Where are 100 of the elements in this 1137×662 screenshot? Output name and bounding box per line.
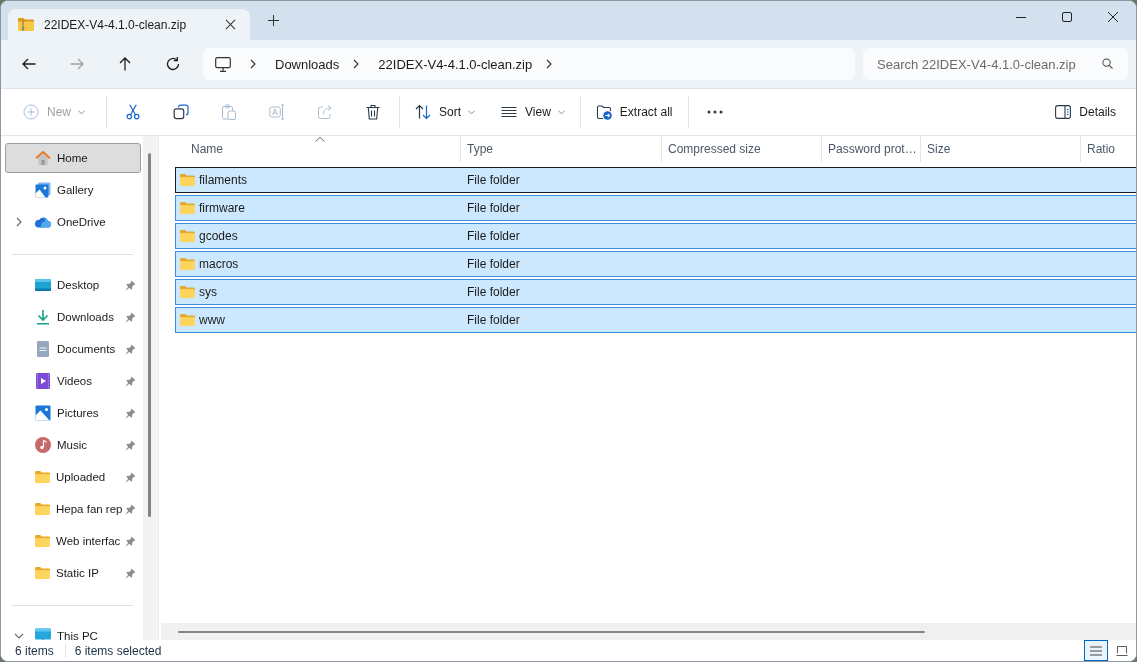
tab[interactable]: 22IDEX-V4-4.1.0-clean.zip xyxy=(8,9,250,40)
file-row[interactable]: firmware File folder xyxy=(175,195,1136,221)
chevron-down-icon[interactable] xyxy=(14,633,24,639)
cloud-icon xyxy=(35,214,51,230)
sidebar-item[interactable]: Videos xyxy=(5,366,141,396)
sidebar-item[interactable]: Pictures xyxy=(5,398,141,428)
address-bar[interactable]: Downloads 22IDEX-V4-4.1.0-clean.zip xyxy=(203,48,855,80)
clipboard-icon xyxy=(221,104,237,120)
list-lines-icon xyxy=(501,104,518,120)
sidebar-item[interactable]: Hepa fan rep xyxy=(5,494,141,524)
breadcrumb[interactable]: Downloads xyxy=(267,56,348,72)
close-icon xyxy=(1108,12,1118,22)
breadcrumb[interactable]: 22IDEX-V4-4.1.0-clean.zip xyxy=(370,56,541,72)
file-type: File folder xyxy=(466,285,520,299)
column-header[interactable]: Compressed size xyxy=(661,136,821,162)
details-button[interactable]: Details xyxy=(1046,96,1125,128)
sort-up-icon xyxy=(314,137,325,142)
file-row[interactable]: macros File folder xyxy=(175,251,1136,277)
picture-icon xyxy=(35,405,51,421)
folder-icon xyxy=(35,503,50,515)
more-icon xyxy=(706,110,723,114)
back-arrow-icon xyxy=(21,56,37,72)
sidebar-item[interactable]: Music xyxy=(5,430,141,460)
file-name: macros xyxy=(199,257,239,271)
monitor-icon xyxy=(215,56,231,72)
sidebar-item[interactable]: Gallery xyxy=(5,175,141,205)
folder-icon xyxy=(180,202,195,214)
sidebar-item[interactable]: Uploaded xyxy=(5,462,141,492)
selection-count: 6 items selected xyxy=(74,643,162,658)
file-name: gcodes xyxy=(199,229,238,243)
column-header[interactable]: Type xyxy=(460,136,661,162)
sidebar-item[interactable]: Static IP xyxy=(5,558,141,588)
file-type: File folder xyxy=(466,201,520,215)
folder-icon xyxy=(35,567,50,579)
home-icon xyxy=(35,150,51,166)
file-type: File folder xyxy=(466,313,520,327)
scrollbar-thumb[interactable] xyxy=(178,630,925,633)
folder-arrow-icon xyxy=(595,104,612,120)
close-icon xyxy=(224,19,236,30)
item-count: 6 items xyxy=(15,643,54,658)
plus-circle-icon xyxy=(23,104,39,120)
music-icon xyxy=(35,437,51,453)
extract-all-button[interactable]: Extract all xyxy=(586,96,682,128)
gallery-icon xyxy=(35,182,51,198)
trash-icon xyxy=(365,104,381,120)
list-lines-icon xyxy=(1090,645,1102,656)
folder-icon xyxy=(180,230,195,242)
copy-icon xyxy=(173,104,189,120)
search-field[interactable]: Search 22IDEX-V4-4.1.0-clean.zip xyxy=(863,48,1128,80)
chevron-right-icon xyxy=(353,59,360,69)
minimize-icon xyxy=(1016,16,1026,18)
plus-icon xyxy=(267,15,279,26)
zip-folder-icon xyxy=(18,18,34,31)
maximize-icon xyxy=(1062,12,1072,22)
column-header[interactable]: Size xyxy=(920,136,1080,162)
column-header[interactable]: Ratio xyxy=(1080,136,1136,162)
sort-button[interactable]: Sort xyxy=(406,96,485,128)
file-type: File folder xyxy=(466,229,520,243)
chevron-right-icon xyxy=(250,59,256,69)
file-row[interactable]: www File folder xyxy=(175,307,1136,333)
sort-arrows-icon xyxy=(415,104,431,120)
tile-view-icon xyxy=(1116,645,1128,656)
column-header[interactable]: Name xyxy=(175,136,460,162)
search-icon xyxy=(1102,58,1113,69)
file-row[interactable]: gcodes File folder xyxy=(175,223,1136,249)
video-icon xyxy=(35,373,51,389)
sidebar-item[interactable]: Desktop xyxy=(5,270,141,300)
column-header[interactable]: Password prot… xyxy=(821,136,920,162)
refresh-icon xyxy=(165,56,181,72)
details-pane-icon xyxy=(1055,105,1072,119)
details-view-button[interactable] xyxy=(1084,640,1108,661)
chevron-right-icon xyxy=(546,59,553,69)
file-name: www xyxy=(199,313,225,327)
file-name: sys xyxy=(199,285,217,299)
folder-icon xyxy=(180,174,195,186)
up-arrow-icon xyxy=(117,56,133,72)
share-icon xyxy=(317,104,333,120)
scrollbar-thumb[interactable] xyxy=(148,153,151,517)
sidebar-item[interactable]: Web interfac xyxy=(5,526,141,556)
folder-icon xyxy=(180,258,195,270)
download-icon xyxy=(35,309,51,325)
file-name: firmware xyxy=(199,201,245,215)
chevron-right-icon[interactable] xyxy=(16,217,22,227)
file-row[interactable]: filaments File folder xyxy=(175,167,1136,193)
file-name: filaments xyxy=(199,173,248,187)
forward-arrow-icon xyxy=(69,56,85,72)
folder-icon xyxy=(35,471,50,483)
folder-icon xyxy=(180,286,195,298)
folder-icon xyxy=(35,535,50,547)
sidebar-item[interactable]: Documents xyxy=(5,334,141,364)
desktop-icon xyxy=(35,277,51,293)
file-row[interactable]: sys File folder xyxy=(175,279,1136,305)
sidebar-item[interactable]: Downloads xyxy=(5,302,141,332)
scissors-icon xyxy=(125,104,141,120)
sidebar-item[interactable]: Home xyxy=(5,143,141,173)
file-type: File folder xyxy=(466,257,520,271)
folder-icon xyxy=(180,314,195,326)
sidebar-item[interactable]: OneDrive xyxy=(5,207,141,237)
view-button[interactable]: View xyxy=(492,96,574,128)
document-icon xyxy=(35,341,51,357)
